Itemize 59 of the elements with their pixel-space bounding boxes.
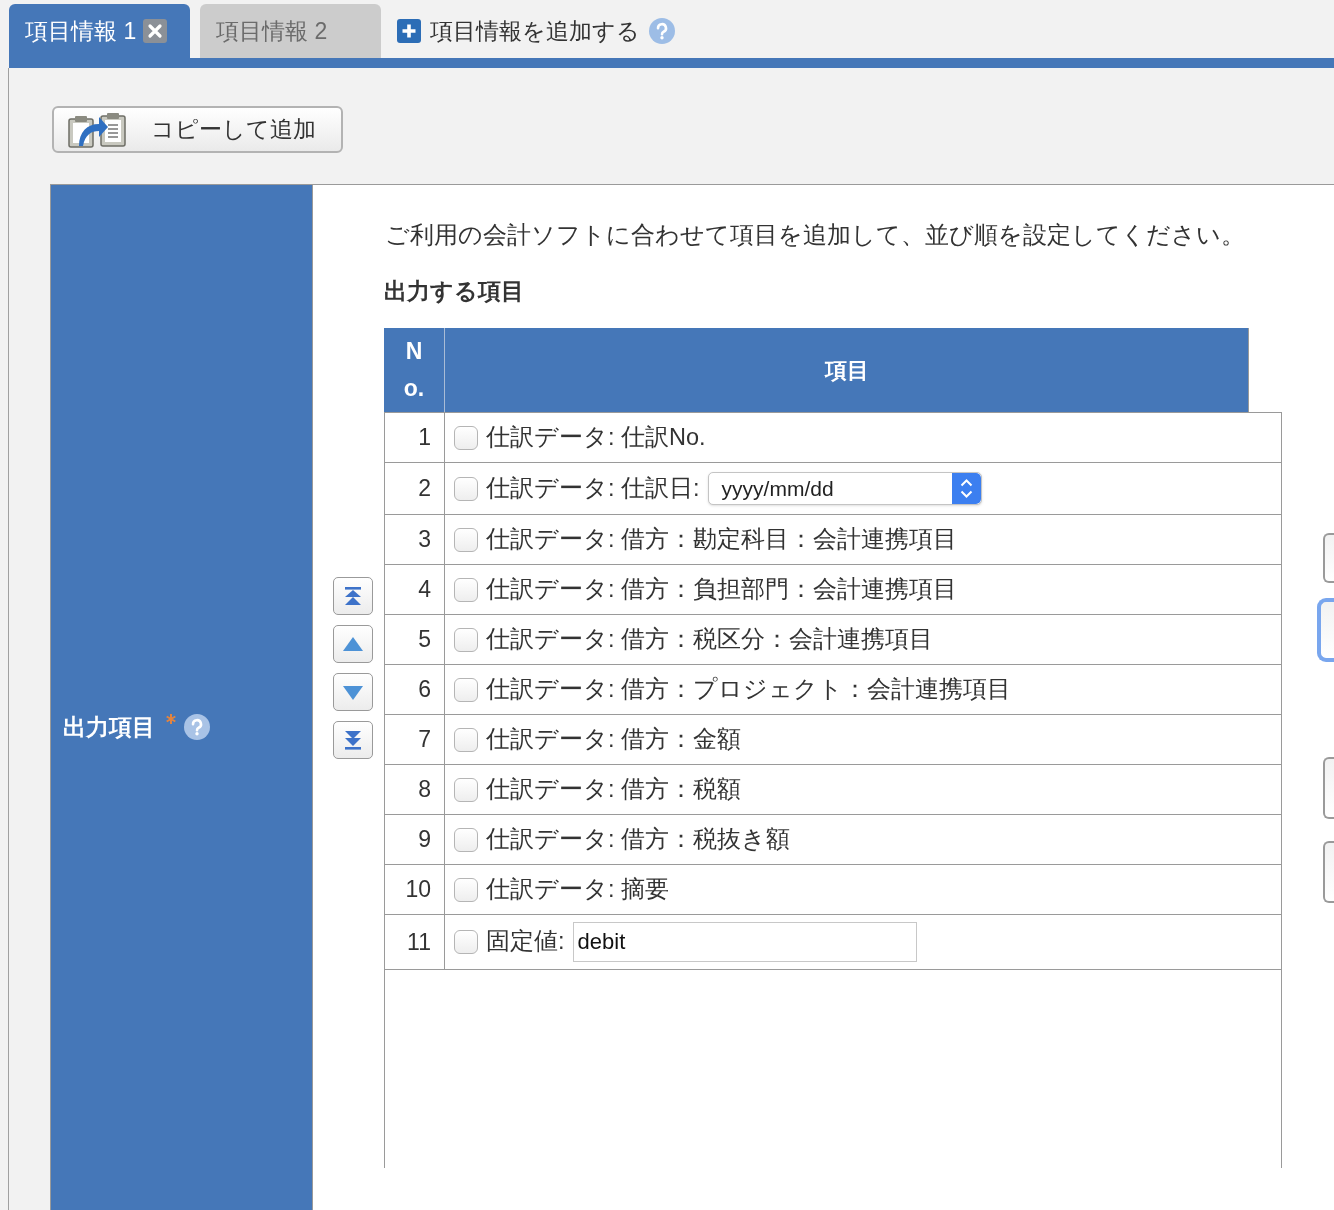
item-label: 仕訳データ: 借方：税区分：会計連携項目	[486, 624, 934, 654]
checkbox[interactable]	[454, 425, 478, 450]
row-number: 11	[385, 915, 445, 969]
item-label: 仕訳データ: 借方：プロジェクト：会計連携項目	[486, 674, 1012, 704]
row-number: 2	[385, 463, 445, 514]
item-label: 仕訳データ: 摘要	[486, 874, 670, 904]
row-number: 4	[385, 565, 445, 614]
item-label: 固定値:	[486, 927, 565, 957]
checkbox[interactable]	[454, 627, 478, 652]
help-icon[interactable]	[184, 714, 210, 740]
checkbox[interactable]	[454, 476, 478, 501]
close-icon[interactable]	[143, 19, 168, 43]
date-format-select[interactable]: yyyy/mm/dd	[707, 472, 982, 505]
move-to-bottom-button[interactable]	[333, 721, 373, 759]
move-down-button[interactable]	[333, 673, 373, 711]
checkbox[interactable]	[454, 827, 478, 852]
clipboard-copy-icon	[67, 110, 129, 149]
item-label: 仕訳データ: 借方：税額	[486, 774, 742, 804]
row-number: 5	[385, 615, 445, 664]
checkbox[interactable]	[454, 677, 478, 702]
stepper-icon	[951, 473, 981, 504]
column-header: 項目	[823, 356, 870, 385]
move-up-button[interactable]	[333, 625, 373, 663]
row-number: 3	[385, 515, 445, 564]
double-up-arrow-icon	[343, 586, 363, 606]
field-label: 出力項目	[63, 712, 155, 742]
row-number: 6	[385, 665, 445, 714]
checkbox[interactable]	[454, 777, 478, 802]
item-label: 仕訳データ: 借方：勘定科目：会計連携項目	[486, 524, 958, 554]
tab[interactable]: 項目情報 1	[9, 4, 190, 58]
partial-button[interactable]	[1323, 841, 1334, 903]
move-to-top-button[interactable]	[333, 577, 373, 615]
partial-button[interactable]	[1323, 533, 1334, 583]
item-label: 仕訳データ: 借方：税抜き額	[486, 824, 791, 854]
section-title: 出力する項目	[384, 278, 524, 304]
row-number: 8	[385, 765, 445, 814]
column-header: No.	[384, 328, 445, 412]
checkbox[interactable]	[454, 527, 478, 552]
row-number: 1	[385, 413, 445, 462]
item-label: 仕訳データ: 借方：負担部門：会計連携項目	[486, 574, 958, 604]
double-down-arrow-icon	[343, 730, 363, 750]
copy-add-button[interactable]: コピーして追加	[52, 106, 343, 153]
plus-icon	[397, 19, 421, 43]
checkbox[interactable]	[454, 577, 478, 602]
row-number: 10	[385, 865, 445, 914]
fixed-value-input[interactable]: debit	[572, 922, 917, 962]
checkbox[interactable]	[454, 877, 478, 902]
partial-button[interactable]	[1323, 757, 1334, 819]
instruction-text: ご利用の会計ソフトに合わせて項目を追加して、並び順を設定してください。	[385, 222, 1245, 248]
checkbox[interactable]	[454, 930, 478, 954]
item-label: 仕訳データ: 仕訳No.	[486, 422, 706, 452]
help-icon[interactable]	[649, 18, 675, 44]
item-label: 仕訳データ: 仕訳日:	[486, 473, 700, 503]
item-label: 仕訳データ: 借方：金額	[486, 724, 742, 754]
checkbox[interactable]	[454, 727, 478, 752]
add-tab-link[interactable]: 項目情報を追加する	[397, 13, 640, 49]
row-number: 7	[385, 715, 445, 764]
row-number: 9	[385, 815, 445, 864]
partial-button[interactable]	[1317, 598, 1334, 662]
